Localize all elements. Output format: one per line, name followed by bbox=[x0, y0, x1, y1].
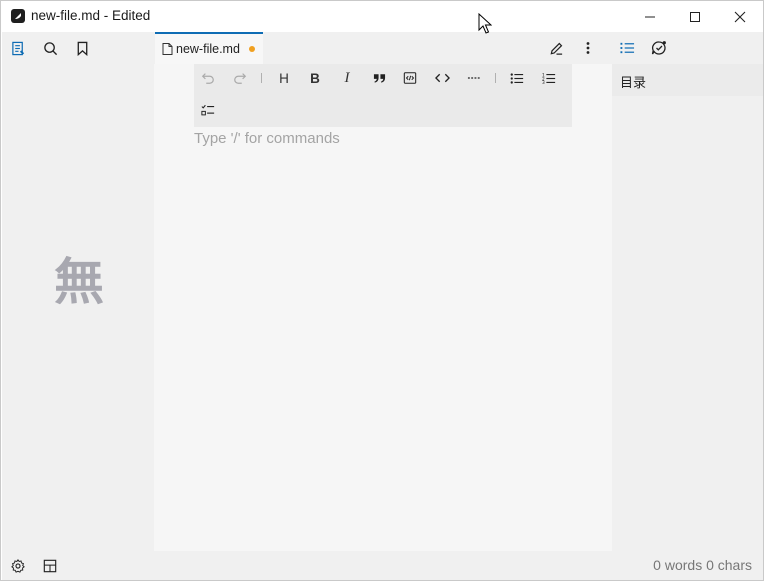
mouse-cursor-icon bbox=[478, 13, 492, 34]
files-icon bbox=[11, 41, 24, 55]
toolbar-separator bbox=[261, 73, 262, 83]
word-count: 0 words 0 chars bbox=[653, 557, 752, 573]
quote-icon bbox=[373, 74, 385, 83]
edit-mode-button[interactable] bbox=[548, 40, 564, 56]
search-icon bbox=[43, 41, 57, 55]
status-bar: 0 words 0 chars bbox=[2, 551, 763, 580]
formatting-toolbar: H B I 1 2 3 bbox=[194, 64, 572, 127]
layout-button[interactable] bbox=[42, 558, 58, 574]
close-button[interactable] bbox=[717, 1, 763, 32]
title-bar[interactable]: new-file.md - Edited bbox=[1, 1, 763, 32]
minimize-button[interactable] bbox=[627, 1, 673, 32]
app-logo-icon bbox=[11, 9, 25, 23]
bookmark-icon bbox=[77, 41, 87, 56]
search-tab[interactable] bbox=[42, 40, 58, 56]
heading-icon: H bbox=[279, 70, 289, 86]
more-vertical-icon bbox=[586, 42, 590, 54]
horizontal-rule-button[interactable] bbox=[464, 68, 484, 88]
ordered-list-button[interactable]: 1 2 3 bbox=[539, 68, 559, 88]
bookmarks-tab[interactable] bbox=[74, 40, 90, 56]
editor-area: new-file.md H B I 1 2 3 Type '/' for com… bbox=[154, 32, 612, 551]
chat-icon bbox=[651, 41, 666, 55]
files-tab[interactable] bbox=[10, 40, 26, 56]
edit-pen-icon bbox=[550, 42, 562, 55]
bullet-list-icon bbox=[510, 72, 524, 84]
modified-indicator bbox=[248, 46, 255, 52]
editor-placeholder[interactable]: Type '/' for commands bbox=[194, 130, 340, 147]
window-title: new-file.md - Edited bbox=[31, 8, 151, 23]
quote-button[interactable] bbox=[369, 68, 389, 88]
file-tab-label: new-file.md bbox=[176, 42, 240, 56]
redo-button[interactable] bbox=[230, 68, 250, 88]
outline-tab[interactable] bbox=[619, 40, 635, 56]
undo-button[interactable] bbox=[198, 68, 218, 88]
svg-text:3: 3 bbox=[542, 80, 545, 85]
code-block-icon bbox=[403, 72, 417, 84]
editor-tab-bar: new-file.md bbox=[154, 32, 612, 64]
outline-title: 目录 bbox=[620, 76, 647, 91]
ordered-list-icon: 1 2 3 bbox=[542, 72, 556, 85]
left-sidebar-tabs bbox=[2, 32, 154, 64]
horizontal-rule-icon bbox=[467, 77, 481, 79]
bold-button[interactable]: B bbox=[305, 68, 325, 88]
chat-tab[interactable] bbox=[651, 40, 667, 56]
code-block-button[interactable] bbox=[400, 68, 420, 88]
inline-code-button[interactable] bbox=[432, 68, 452, 88]
settings-icon bbox=[11, 559, 25, 573]
redo-icon bbox=[234, 73, 247, 84]
more-options-button[interactable] bbox=[580, 40, 596, 56]
heading-button[interactable]: H bbox=[274, 68, 294, 88]
left-sidebar: 無 bbox=[2, 32, 154, 551]
italic-icon: I bbox=[344, 69, 350, 86]
task-list-button[interactable] bbox=[198, 100, 218, 120]
settings-button[interactable] bbox=[10, 558, 26, 574]
file-icon bbox=[162, 43, 173, 55]
file-tab[interactable]: new-file.md bbox=[155, 32, 263, 64]
inline-code-icon bbox=[434, 73, 450, 83]
app-window: new-file.md - Edited 無 new-file.md H B I… bbox=[0, 0, 764, 581]
maximize-button[interactable] bbox=[672, 1, 718, 32]
minimize-icon bbox=[645, 16, 655, 17]
bullet-list-button[interactable] bbox=[507, 68, 527, 88]
outline-icon bbox=[619, 42, 634, 54]
outline-header: 目录 bbox=[612, 64, 763, 96]
maximize-icon bbox=[690, 11, 700, 22]
empty-state-glyph: 無 bbox=[54, 253, 104, 311]
layout-icon bbox=[43, 559, 57, 573]
undo-icon bbox=[201, 73, 214, 84]
italic-button[interactable]: I bbox=[337, 68, 357, 88]
bold-icon: B bbox=[310, 70, 320, 86]
right-sidebar: 目录 bbox=[612, 32, 763, 551]
toolbar-separator bbox=[495, 73, 496, 83]
close-icon bbox=[734, 11, 746, 22]
task-list-icon bbox=[201, 104, 215, 115]
